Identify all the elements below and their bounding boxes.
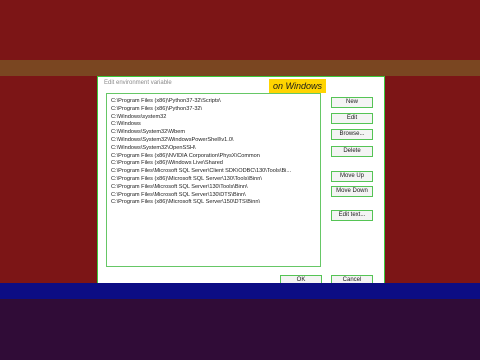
bottom-color-band [0,299,480,360]
list-item[interactable]: C:\Program Files (x86)\Python37-32\ [107,106,320,114]
list-item[interactable]: C:\Program Files (x86)\NVIDIA Corporatio… [107,153,320,161]
delete-button[interactable]: Delete [331,146,373,157]
path-list[interactable]: C:\Program Files (x86)\Python37-32\Scrip… [106,93,321,267]
browse-button[interactable]: Browse... [331,129,373,140]
list-item[interactable]: C:\Program Files (x86)\Microsoft SQL Ser… [107,176,320,184]
list-item[interactable]: C:\Program Files\Microsoft SQL Server\Cl… [107,168,320,176]
top-color-band [0,0,480,60]
new-button[interactable]: New [331,97,373,108]
edit-text-button[interactable]: Edit text... [331,210,373,221]
list-item[interactable]: C:\Windows\System32\OpenSSH\ [107,145,320,153]
dialog-title: Edit environment variable [104,80,172,86]
list-item[interactable]: C:\Windows\System32\Wbem [107,129,320,137]
list-item[interactable]: C:\Windows\System32\WindowsPowerShell\v1… [107,137,320,145]
caption-label: on Windows [269,79,326,93]
move-down-button[interactable]: Move Down [331,186,373,197]
list-item[interactable]: C:\Program Files (x86)\Python37-32\Scrip… [107,98,320,106]
list-item[interactable]: C:\Windows [107,121,320,129]
list-item[interactable]: C:\Program Files\Microsoft SQL Server\13… [107,192,320,200]
list-item[interactable]: C:\Program Files (x86)\Microsoft SQL Ser… [107,199,320,207]
move-up-button[interactable]: Move Up [331,171,373,182]
list-item[interactable]: C:\Windows\system32 [107,114,320,122]
edit-button[interactable]: Edit [331,113,373,124]
brown-color-band [0,60,480,76]
list-item[interactable]: C:\Program Files (x86)\Windows Live\Shar… [107,160,320,168]
list-item[interactable]: C:\Program Files\Microsoft SQL Server\13… [107,184,320,192]
blue-color-band [0,283,480,299]
